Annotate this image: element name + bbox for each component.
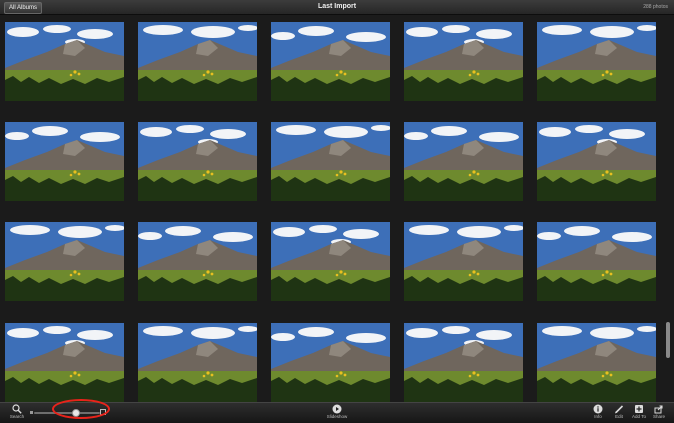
- photo-thumbnail[interactable]: [138, 323, 257, 402]
- photo-thumbnail[interactable]: [404, 122, 523, 201]
- photo-thumbnail[interactable]: [537, 323, 656, 402]
- photo-thumbnail[interactable]: [5, 222, 124, 301]
- title-bar: All Albums Last Import 288 photos: [0, 0, 674, 15]
- photo-thumbnail[interactable]: [5, 122, 124, 201]
- photo-thumbnail[interactable]: [537, 222, 656, 301]
- share-icon: [654, 405, 663, 414]
- photo-thumbnail[interactable]: [271, 323, 390, 402]
- photo-grid: [5, 22, 658, 402]
- slideshow-label: Slideshow: [326, 414, 348, 419]
- photo-thumbnail[interactable]: [138, 122, 257, 201]
- photo-thumbnail[interactable]: [404, 22, 523, 101]
- photo-thumbnail[interactable]: [271, 122, 390, 201]
- search-icon: [12, 404, 22, 414]
- scrollbar[interactable]: [665, 16, 671, 400]
- all-albums-button[interactable]: All Albums: [4, 2, 43, 14]
- share-label: Share: [652, 414, 665, 419]
- photo-thumbnail[interactable]: [404, 222, 523, 301]
- photo-thumbnail[interactable]: [5, 323, 124, 402]
- small-thumbnails-icon: [30, 411, 33, 414]
- search-button[interactable]: Search: [5, 404, 29, 423]
- photo-thumbnail[interactable]: [271, 22, 390, 101]
- photo-thumbnail[interactable]: [404, 323, 523, 402]
- share-button[interactable]: Share: [647, 404, 671, 423]
- photo-thumbnail[interactable]: [138, 222, 257, 301]
- photo-thumbnail[interactable]: [271, 222, 390, 301]
- search-label: Search: [9, 414, 25, 419]
- play-icon: [332, 404, 342, 414]
- pencil-icon: [615, 405, 624, 414]
- photo-thumbnail[interactable]: [138, 22, 257, 101]
- photo-thumbnail[interactable]: [537, 122, 656, 201]
- photo-count: 288 photos: [643, 4, 668, 10]
- page-title: Last Import: [317, 3, 357, 10]
- scrollbar-thumb[interactable]: [666, 322, 670, 358]
- photo-thumbnail[interactable]: [537, 22, 656, 101]
- add-icon: [635, 405, 643, 413]
- slideshow-button[interactable]: Slideshow: [325, 404, 349, 423]
- photo-thumbnail[interactable]: [5, 22, 124, 101]
- info-icon: [593, 404, 603, 414]
- red-highlight-circle: [52, 399, 110, 419]
